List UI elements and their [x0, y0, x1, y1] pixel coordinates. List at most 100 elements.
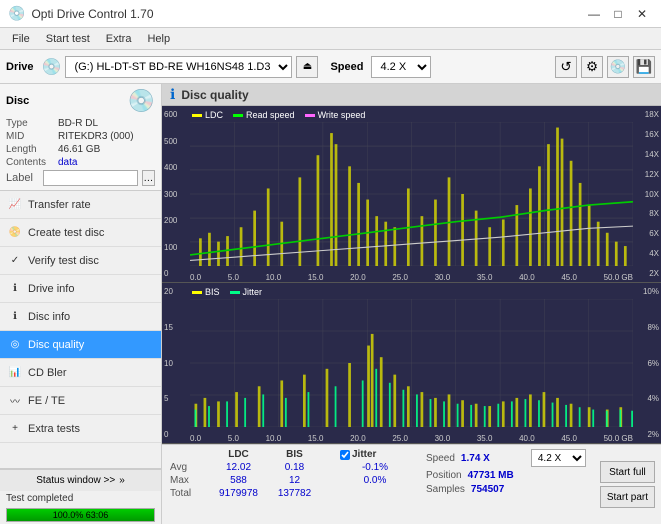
drive-info-icon: ℹ [8, 282, 22, 296]
speed-info-row: Speed 1.74 X 4.2 X [426, 449, 586, 467]
stats-total-row: Total 9179978 137782 [170, 488, 410, 499]
disc-info-icon: ℹ [8, 310, 22, 324]
avg-jitter: -0.1% [340, 462, 410, 473]
read-color-swatch [233, 114, 243, 117]
label-browse-button[interactable]: … [142, 170, 155, 186]
sidebar-item-drive-info[interactable]: ℹ Drive info [0, 275, 161, 303]
status-window-button[interactable]: Status window >> » [0, 469, 161, 491]
status-text: Test completed [0, 491, 161, 506]
progress-text: 100.0% 63:06 [7, 509, 154, 521]
bis-color-swatch [192, 291, 202, 294]
legend-jitter: Jitter [230, 287, 263, 297]
titlebar-controls: — □ ✕ [583, 3, 653, 25]
chart1-container: LDC Read speed Write speed 600 500 40 [162, 106, 661, 283]
menubar: File Start test Extra Help [0, 28, 661, 50]
legend-read: Read speed [233, 110, 295, 120]
length-label: Length [6, 144, 58, 155]
menu-file[interactable]: File [4, 31, 38, 47]
sidebar-item-label: Disc info [28, 311, 70, 323]
chart2-legend: BIS Jitter [192, 287, 262, 297]
toolbar: Drive 💿 (G:) HL-DT-ST BD-RE WH16NS48 1.D… [0, 50, 661, 84]
samples-row: Samples 754507 [426, 484, 586, 495]
sidebar-item-label: Transfer rate [28, 199, 91, 211]
total-label: Total [170, 488, 210, 499]
sidebar-item-fe-te[interactable]: 〰 FE / TE [0, 387, 161, 415]
bis-label: BIS [205, 287, 220, 297]
main-layout: Disc 💿 Type BD-R DL MID RITEKDR3 (000) L… [0, 84, 661, 524]
sidebar-item-label: CD Bler [28, 367, 67, 379]
mid-label: MID [6, 131, 58, 142]
bis-header: BIS [267, 449, 322, 460]
disc-image-icon: 💿 [128, 88, 155, 114]
chart1-x-axis: 0.0 5.0 10.0 15.0 20.0 25.0 30.0 35.0 40… [190, 273, 633, 282]
type-label: Type [6, 118, 58, 129]
legend-bis: BIS [192, 287, 220, 297]
jitter-checkbox[interactable] [340, 450, 350, 460]
disc-button[interactable]: 💿 [607, 56, 629, 78]
quality-title: Disc quality [181, 88, 248, 102]
samples-label: Samples [426, 484, 465, 495]
disc-panel: Disc 💿 Type BD-R DL MID RITEKDR3 (000) L… [0, 84, 161, 191]
ldc-header: LDC [211, 449, 266, 460]
disc-mid-row: MID RITEKDR3 (000) [6, 131, 155, 142]
speed-select[interactable]: 4.2 X [371, 56, 431, 78]
sidebar-item-disc-info[interactable]: ℹ Disc info [0, 303, 161, 331]
stats-headers: LDC BIS Jitter [170, 449, 410, 460]
sidebar-item-verify-test-disc[interactable]: ✓ Verify test disc [0, 247, 161, 275]
chart2-y-axis-left: 20 15 10 5 0 [162, 283, 190, 443]
menu-extra[interactable]: Extra [98, 31, 140, 47]
sidebar-item-extra-tests[interactable]: + Extra tests [0, 415, 161, 443]
position-value: 47731 MB [468, 470, 514, 481]
nav-items: 📈 Transfer rate 📀 Create test disc ✓ Ver… [0, 191, 161, 443]
max-bis: 12 [267, 475, 322, 486]
minimize-button[interactable]: — [583, 3, 605, 25]
menu-help[interactable]: Help [139, 31, 178, 47]
total-bis: 137782 [267, 488, 322, 499]
close-button[interactable]: ✕ [631, 3, 653, 25]
drive-select[interactable]: (G:) HL-DT-ST BD-RE WH16NS48 1.D3 [65, 56, 292, 78]
disc-contents-row: Contents data [6, 157, 155, 168]
maximize-button[interactable]: □ [607, 3, 629, 25]
chart1-legend: LDC Read speed Write speed [192, 110, 365, 120]
sidebar-item-create-test-disc[interactable]: 📀 Create test disc [0, 219, 161, 247]
chart2-x-axis: 0.0 5.0 10.0 15.0 20.0 25.0 30.0 35.0 40… [190, 434, 633, 443]
legend-ldc: LDC [192, 110, 223, 120]
avg-label: Avg [170, 462, 210, 473]
start-part-button[interactable]: Start part [600, 486, 655, 508]
sidebar-item-label: Drive info [28, 283, 74, 295]
sidebar-item-transfer-rate[interactable]: 📈 Transfer rate [0, 191, 161, 219]
position-label: Position [426, 470, 462, 481]
label-label: Label [6, 172, 39, 184]
verify-disc-icon: ✓ [8, 254, 22, 268]
create-disc-icon: 📀 [8, 226, 22, 240]
titlebar: 💿 Opti Drive Control 1.70 — □ ✕ [0, 0, 661, 28]
stats-table: LDC BIS Jitter Avg 12.02 0.18 [162, 445, 418, 524]
max-jitter: 0.0% [340, 475, 410, 486]
fe-te-icon: 〰 [8, 394, 22, 408]
sidebar-item-cd-bler[interactable]: 📊 CD Bler [0, 359, 161, 387]
save-button[interactable]: 💾 [633, 56, 655, 78]
right-stats: Speed 1.74 X 4.2 X Position 47731 MB Sam… [418, 445, 594, 524]
write-color-swatch [305, 114, 315, 117]
speed-value-stat: 1.74 X [461, 453, 490, 464]
label-input[interactable] [43, 170, 138, 186]
config-button[interactable]: ⚙ [581, 56, 603, 78]
refresh-button[interactable]: ↺ [555, 56, 577, 78]
cd-bler-icon: 📊 [8, 366, 22, 380]
sidebar: Disc 💿 Type BD-R DL MID RITEKDR3 (000) L… [0, 84, 162, 524]
mid-value: RITEKDR3 (000) [58, 131, 134, 142]
eject-button[interactable]: ⏏ [296, 56, 318, 78]
disc-type-row: Type BD-R DL [6, 118, 155, 129]
sidebar-item-disc-quality[interactable]: ◎ Disc quality [0, 331, 161, 359]
jitter-checkbox-label: Jitter [340, 449, 410, 460]
drive-label: Drive [6, 61, 34, 73]
position-row: Position 47731 MB [426, 470, 586, 481]
status-bar: Status window >> » Test completed 100.0%… [0, 468, 161, 524]
speed-select-stat[interactable]: 4.2 X [531, 449, 586, 467]
start-full-button[interactable]: Start full [600, 461, 655, 483]
menu-starttest[interactable]: Start test [38, 31, 98, 47]
stats-avg-row: Avg 12.02 0.18 -0.1% [170, 462, 410, 473]
sidebar-item-label: Disc quality [28, 339, 84, 351]
app-title: Opti Drive Control 1.70 [31, 7, 583, 21]
total-ldc: 9179978 [211, 488, 266, 499]
